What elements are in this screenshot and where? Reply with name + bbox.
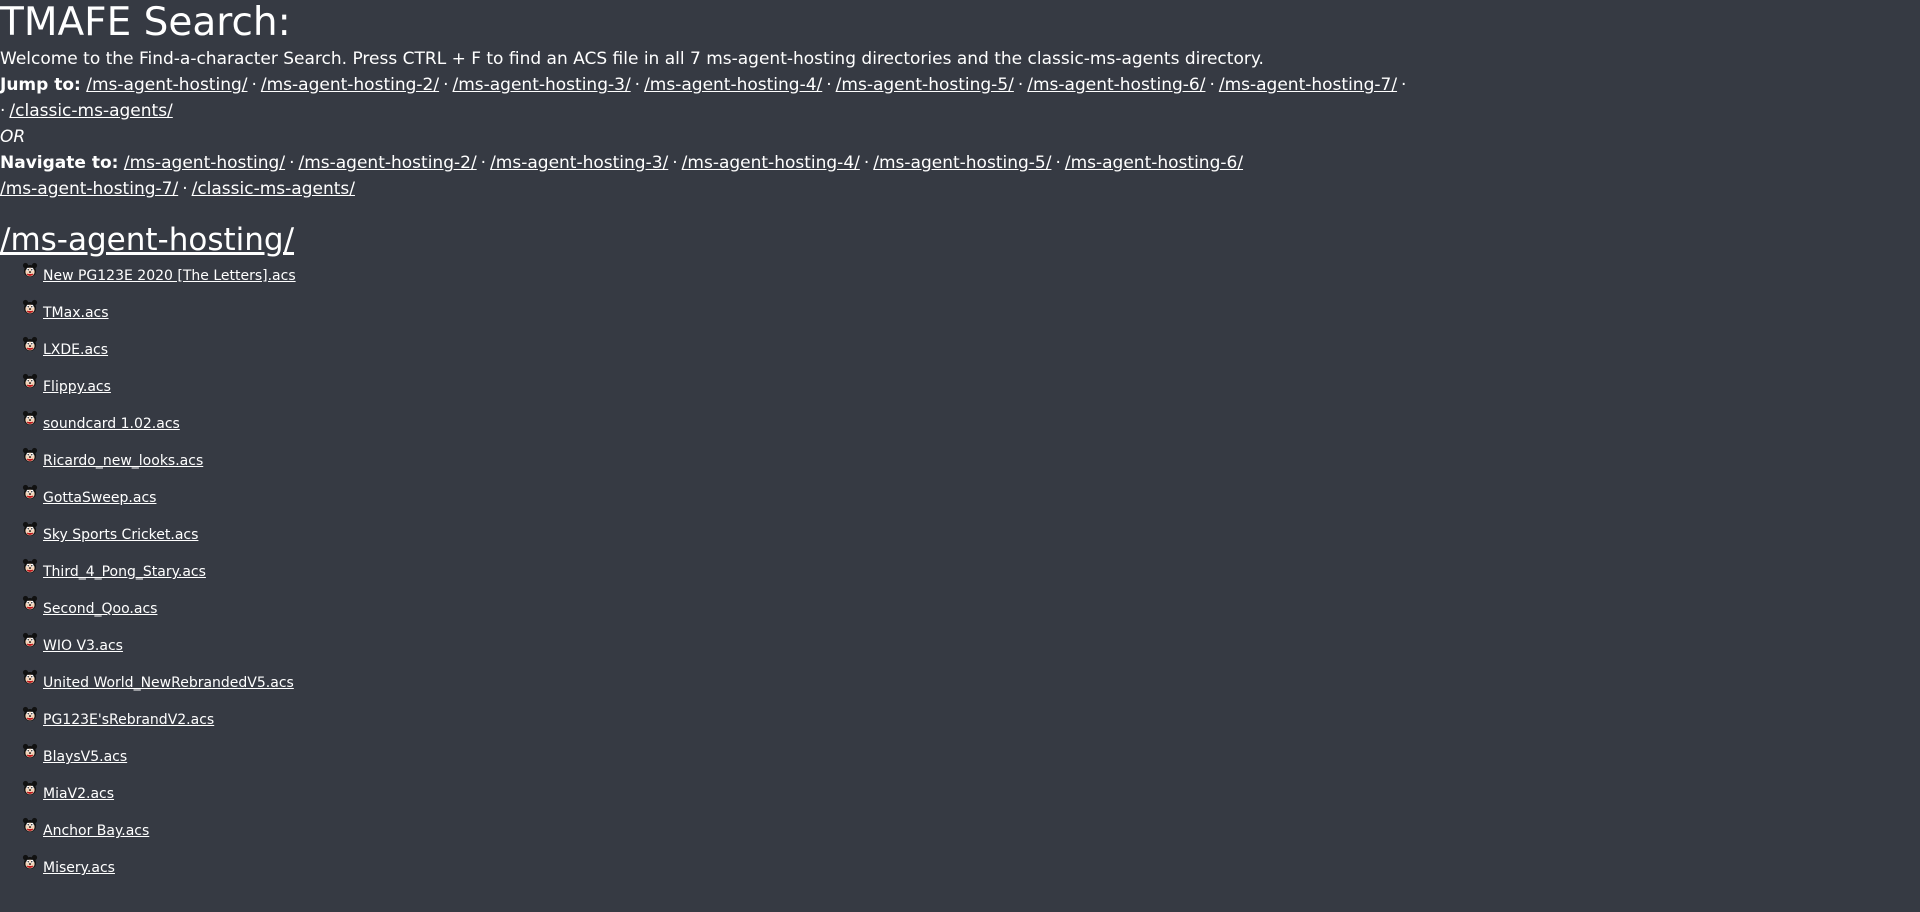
list-item: MiaV2.acs bbox=[22, 778, 1920, 815]
separator: · bbox=[251, 75, 257, 95]
nav-link-ms-agent-hosting-4[interactable]: /ms-agent-hosting-4/ bbox=[682, 153, 860, 173]
agent-face-icon bbox=[22, 410, 38, 426]
separator: · bbox=[863, 153, 870, 173]
page: TMAFE Search: Welcome to the Find-a-char… bbox=[0, 0, 1920, 889]
file-link[interactable]: PG123E'sRebrandV2.acs bbox=[43, 712, 214, 728]
navigate-to-nav: Navigate to: /ms-agent-hosting/·/ms-agen… bbox=[0, 150, 1920, 202]
nav-link-ms-agent-hosting-6[interactable]: /ms-agent-hosting-6/ bbox=[1065, 153, 1243, 173]
file-link[interactable]: BlaysV5.acs bbox=[43, 749, 127, 765]
jump-link-ms-agent-hosting[interactable]: /ms-agent-hosting/ bbox=[86, 75, 247, 95]
separator: · bbox=[1017, 75, 1024, 95]
agent-face-icon bbox=[22, 558, 38, 574]
list-item: Ricardo_new_looks.acs bbox=[22, 445, 1920, 482]
separator: · bbox=[443, 75, 449, 95]
separator: · bbox=[480, 153, 487, 173]
agent-face-icon bbox=[22, 632, 38, 648]
jump-link-ms-agent-hosting-2[interactable]: /ms-agent-hosting-2/ bbox=[261, 75, 439, 95]
agent-face-icon bbox=[22, 780, 38, 796]
intro-text: Welcome to the Find-a-character Search. … bbox=[0, 49, 1264, 69]
agent-face-icon bbox=[22, 854, 38, 870]
or-text: OR bbox=[0, 127, 26, 147]
file-link[interactable]: Ricardo_new_looks.acs bbox=[43, 453, 203, 469]
list-item: Second_Qoo.acs bbox=[22, 593, 1920, 630]
agent-face-icon bbox=[22, 595, 38, 611]
file-link[interactable]: LXDE.acs bbox=[43, 342, 108, 358]
agent-face-icon bbox=[22, 299, 38, 315]
list-item: PG123E'sRebrandV2.acs bbox=[22, 704, 1920, 741]
agent-face-icon bbox=[22, 521, 38, 537]
section-heading: /ms-agent-hosting/ bbox=[0, 220, 1920, 260]
separator: · bbox=[289, 153, 295, 173]
file-link[interactable]: Flippy.acs bbox=[43, 379, 111, 395]
agent-face-icon bbox=[22, 262, 38, 278]
agent-face-icon bbox=[22, 373, 38, 389]
list-item: Flippy.acs bbox=[22, 371, 1920, 408]
file-link[interactable]: Second_Qoo.acs bbox=[43, 601, 157, 617]
separator: · bbox=[672, 153, 678, 173]
section-heading-link[interactable]: /ms-agent-hosting/ bbox=[0, 222, 294, 258]
file-list: New PG123E 2020 [The Letters].acs TMax.ac… bbox=[0, 260, 1920, 889]
list-item: United World_NewRebrandedV5.acs bbox=[22, 667, 1920, 704]
agent-face-icon bbox=[22, 669, 38, 685]
file-link[interactable]: GottaSweep.acs bbox=[43, 490, 156, 506]
list-item: Anchor Bay.acs bbox=[22, 815, 1920, 852]
file-link[interactable]: WIO V3.acs bbox=[43, 638, 123, 654]
nav-link-ms-agent-hosting[interactable]: /ms-agent-hosting/ bbox=[124, 153, 285, 173]
file-link[interactable]: soundcard 1.02.acs bbox=[43, 416, 180, 432]
nav-link-classic-ms-agents[interactable]: /classic-ms-agents/ bbox=[192, 179, 355, 199]
list-item: TMax.acs bbox=[22, 297, 1920, 334]
jump-link-ms-agent-hosting-7[interactable]: /ms-agent-hosting-7/ bbox=[1219, 75, 1397, 95]
file-link[interactable]: Anchor Bay.acs bbox=[43, 823, 149, 839]
file-link[interactable]: Third_4_Pong_Stary.acs bbox=[43, 564, 206, 580]
jump-to-nav: Jump to: /ms-agent-hosting/·/ms-agent-ho… bbox=[0, 72, 1920, 124]
separator: · bbox=[1401, 75, 1407, 95]
agent-face-icon bbox=[22, 447, 38, 463]
separator: · bbox=[1055, 153, 1061, 173]
list-item: GottaSweep.acs bbox=[22, 482, 1920, 519]
jump-link-ms-agent-hosting-5[interactable]: /ms-agent-hosting-5/ bbox=[836, 75, 1014, 95]
jump-to-label: Jump to: bbox=[0, 75, 81, 95]
file-link[interactable]: MiaV2.acs bbox=[43, 786, 114, 802]
separator: · bbox=[0, 101, 6, 121]
agent-face-icon bbox=[22, 484, 38, 500]
separator: · bbox=[826, 75, 832, 95]
file-link[interactable]: Sky Sports Cricket.acs bbox=[43, 527, 198, 543]
list-item: BlaysV5.acs bbox=[22, 741, 1920, 778]
list-item: soundcard 1.02.acs bbox=[22, 408, 1920, 445]
navigate-to-label: Navigate to: bbox=[0, 153, 119, 173]
nav-link-ms-agent-hosting-2[interactable]: /ms-agent-hosting-2/ bbox=[298, 153, 476, 173]
separator: · bbox=[182, 179, 188, 199]
list-item: Sky Sports Cricket.acs bbox=[22, 519, 1920, 556]
agent-face-icon bbox=[22, 817, 38, 833]
separator: · bbox=[634, 75, 641, 95]
nav-link-ms-agent-hosting-5[interactable]: /ms-agent-hosting-5/ bbox=[873, 153, 1051, 173]
agent-face-icon bbox=[22, 706, 38, 722]
jump-link-ms-agent-hosting-6[interactable]: /ms-agent-hosting-6/ bbox=[1027, 75, 1205, 95]
separator: · bbox=[1209, 75, 1215, 95]
list-item: Third_4_Pong_Stary.acs bbox=[22, 556, 1920, 593]
file-link[interactable]: TMax.acs bbox=[43, 305, 109, 321]
jump-link-ms-agent-hosting-3[interactable]: /ms-agent-hosting-3/ bbox=[452, 75, 630, 95]
list-item: LXDE.acs bbox=[22, 334, 1920, 371]
list-item: WIO V3.acs bbox=[22, 630, 1920, 667]
agent-face-icon bbox=[22, 336, 38, 352]
jump-link-ms-agent-hosting-4[interactable]: /ms-agent-hosting-4/ bbox=[644, 75, 822, 95]
nav-link-ms-agent-hosting-3[interactable]: /ms-agent-hosting-3/ bbox=[490, 153, 668, 173]
file-link[interactable]: New PG123E 2020 [The Letters].acs bbox=[43, 268, 296, 284]
list-item: New PG123E 2020 [The Letters].acs bbox=[22, 260, 1920, 297]
jump-link-classic-ms-agents[interactable]: /classic-ms-agents/ bbox=[9, 101, 172, 121]
file-link[interactable]: United World_NewRebrandedV5.acs bbox=[43, 675, 294, 691]
file-link[interactable]: Misery.acs bbox=[43, 860, 115, 876]
list-item: Misery.acs bbox=[22, 852, 1920, 889]
agent-face-icon bbox=[22, 743, 38, 759]
page-title: TMAFE Search: bbox=[0, 0, 291, 45]
nav-link-ms-agent-hosting-7[interactable]: /ms-agent-hosting-7/ bbox=[0, 179, 178, 199]
